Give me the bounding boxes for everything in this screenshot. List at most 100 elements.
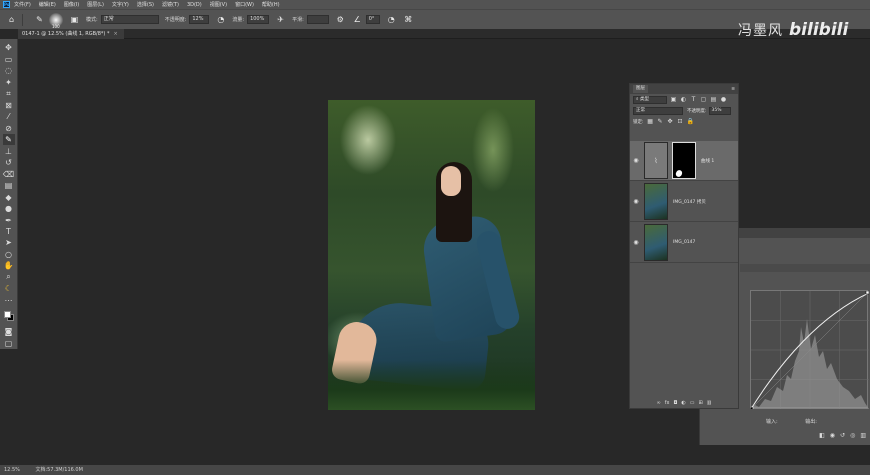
visibility-eye-icon[interactable]: ◉ [630,198,642,205]
clone-stamp-tool-icon[interactable]: ⊥ [3,145,15,156]
dodge-tool-icon[interactable]: ● [3,203,15,214]
lock-position-icon[interactable]: ✥ [667,118,674,125]
gradient-tool-icon[interactable]: ▤ [3,180,15,191]
document-photo[interactable] [328,100,535,410]
close-icon[interactable]: × [113,31,117,37]
pressure-opacity-icon[interactable]: ◔ [215,14,226,25]
curve-endpoint-white[interactable] [865,291,869,295]
foreground-color-swatch[interactable] [3,311,11,319]
blur-tool-icon[interactable]: ◆ [3,191,15,202]
filter-smart-object-icon[interactable]: ▤ [710,96,717,103]
menu-filter[interactable]: 滤镜(T) [162,1,179,8]
more-tools-icon[interactable]: ⋯ [3,295,15,306]
filter-adjustment-icon[interactable]: ◐ [680,96,687,103]
banana-icon[interactable]: ☾ [3,283,15,294]
brush-settings-icon[interactable]: ▣ [69,14,80,25]
menu-file[interactable]: 文件(F) [14,1,31,8]
layer-row-background[interactable]: ◉ IMG_0147 [630,223,738,263]
menu-layer[interactable]: 图层(L) [87,1,104,8]
layer-thumbnail[interactable] [644,183,668,220]
filter-toggle-icon[interactable]: ● [720,96,727,103]
layer-name[interactable]: 曲线 1 [701,158,714,164]
curves-adjustment-thumbnail[interactable]: ⌇ [644,142,668,179]
eyedropper-tool-icon[interactable]: ⁄ [3,111,15,122]
layers-panel-title[interactable]: 图层 [633,85,648,93]
menu-window[interactable]: 窗口(W) [235,1,254,8]
filter-shape-icon[interactable]: ▢ [700,96,707,103]
quick-mask-icon[interactable]: ◙ [3,326,15,337]
layer-thumbnail[interactable] [644,224,668,261]
visibility-icon[interactable]: ◎ [850,432,855,439]
menu-edit[interactable]: 编辑(E) [39,1,56,8]
pen-tool-icon[interactable]: ✒ [3,214,15,225]
trash-icon[interactable]: ▥ [860,432,866,439]
visibility-eye-icon[interactable]: ◉ [630,239,642,246]
document-tab[interactable]: 0147-1 @ 12.5% (曲线 1, RGB/8*) * × [18,29,124,39]
mode-select[interactable]: 正常 [100,15,159,24]
airbrush-icon[interactable]: ✈ [275,14,286,25]
move-tool-icon[interactable]: ✥ [3,42,15,53]
lock-artboard-icon[interactable]: ⊡ [677,118,684,125]
hand-tool-icon[interactable]: ✋ [3,260,15,271]
ellipse-tool-icon[interactable]: ○ [3,249,15,260]
smoothing-field[interactable] [306,15,329,24]
link-icon[interactable]: ∞ [657,400,661,406]
lock-transparency-icon[interactable]: ▦ [647,118,654,125]
angle-field[interactable]: 0° [365,15,380,24]
menu-3d[interactable]: 3D(D) [187,2,202,8]
fx-icon[interactable]: fx [665,400,670,406]
visibility-eye-icon[interactable]: ◉ [630,157,642,164]
panel-menu-icon[interactable]: ≡ [731,87,735,92]
clip-to-layer-icon[interactable]: ◧ [819,432,825,439]
reset-icon[interactable]: ↺ [840,432,845,439]
zoom-level[interactable]: 12.5% [4,467,20,473]
gear-icon[interactable]: ⚙ [335,14,346,25]
trash-icon[interactable]: ▥ [707,400,712,406]
screen-mode-icon[interactable]: ▢ [3,337,15,348]
adjustment-icon[interactable]: ◐ [681,400,685,406]
menu-type[interactable]: 文字(Y) [112,1,129,8]
lasso-tool-icon[interactable]: ◌ [3,65,15,76]
layer-row-copy[interactable]: ◉ IMG_0147 拷贝 [630,182,738,222]
history-brush-tool-icon[interactable]: ↺ [3,157,15,168]
menu-image[interactable]: 图像(I) [64,1,79,8]
brush-tool-icon[interactable]: ✎ [2,133,15,146]
healing-brush-tool-icon[interactable]: ⊘ [3,122,15,133]
new-layer-icon[interactable]: ⊞ [699,400,703,406]
menu-help[interactable]: 帮助(H) [262,1,280,8]
home-icon[interactable]: ⌂ [6,14,17,25]
layer-mask-thumbnail[interactable] [672,142,696,179]
lock-pixels-icon[interactable]: ✎ [657,118,664,125]
brush-tool-preset-icon[interactable]: ✎ [34,14,45,25]
blend-mode-select[interactable]: 正常 [633,106,683,115]
group-icon[interactable]: ▭ [690,400,695,406]
menu-select[interactable]: 选择(S) [137,1,154,8]
eraser-tool-icon[interactable]: ⌫ [3,168,15,179]
brush-size-preview[interactable]: 100 [49,12,63,29]
menu-view[interactable]: 视图(V) [210,1,227,8]
zoom-tool-icon[interactable]: ⌕ [3,272,15,283]
frame-tool-icon[interactable]: ⊠ [3,99,15,110]
pressure-size-icon[interactable]: ◔ [386,14,397,25]
color-swatches[interactable] [3,310,15,322]
layer-filter-select[interactable]: ⌕ 类型 [633,95,667,104]
path-selection-tool-icon[interactable]: ➤ [3,237,15,248]
marquee-tool-icon[interactable]: ▭ [3,53,15,64]
curve-endpoint-black[interactable] [751,406,754,409]
curves-graph[interactable] [750,290,869,409]
magic-wand-tool-icon[interactable]: ✦ [3,76,15,87]
opacity-field[interactable]: 12% [189,15,210,24]
type-tool-icon[interactable]: T [3,226,15,237]
layer-name[interactable]: IMG_0147 [673,240,695,245]
view-previous-icon[interactable]: ◉ [830,432,835,439]
layer-opacity-field[interactable]: 35% [708,106,731,115]
flow-field[interactable]: 100% [247,15,270,24]
filter-type-icon[interactable]: T [690,96,697,103]
symmetry-icon[interactable]: ⌘ [403,14,414,25]
crop-tool-icon[interactable]: ⌗ [3,88,15,99]
lock-all-icon[interactable]: 🔒 [687,118,694,125]
filter-pixel-icon[interactable]: ▣ [670,96,677,103]
mask-icon[interactable]: ◘ [673,400,677,406]
layer-name[interactable]: IMG_0147 拷贝 [673,199,706,205]
layer-row-curves[interactable]: ◉ ⌇ 曲线 1 [630,141,738,181]
